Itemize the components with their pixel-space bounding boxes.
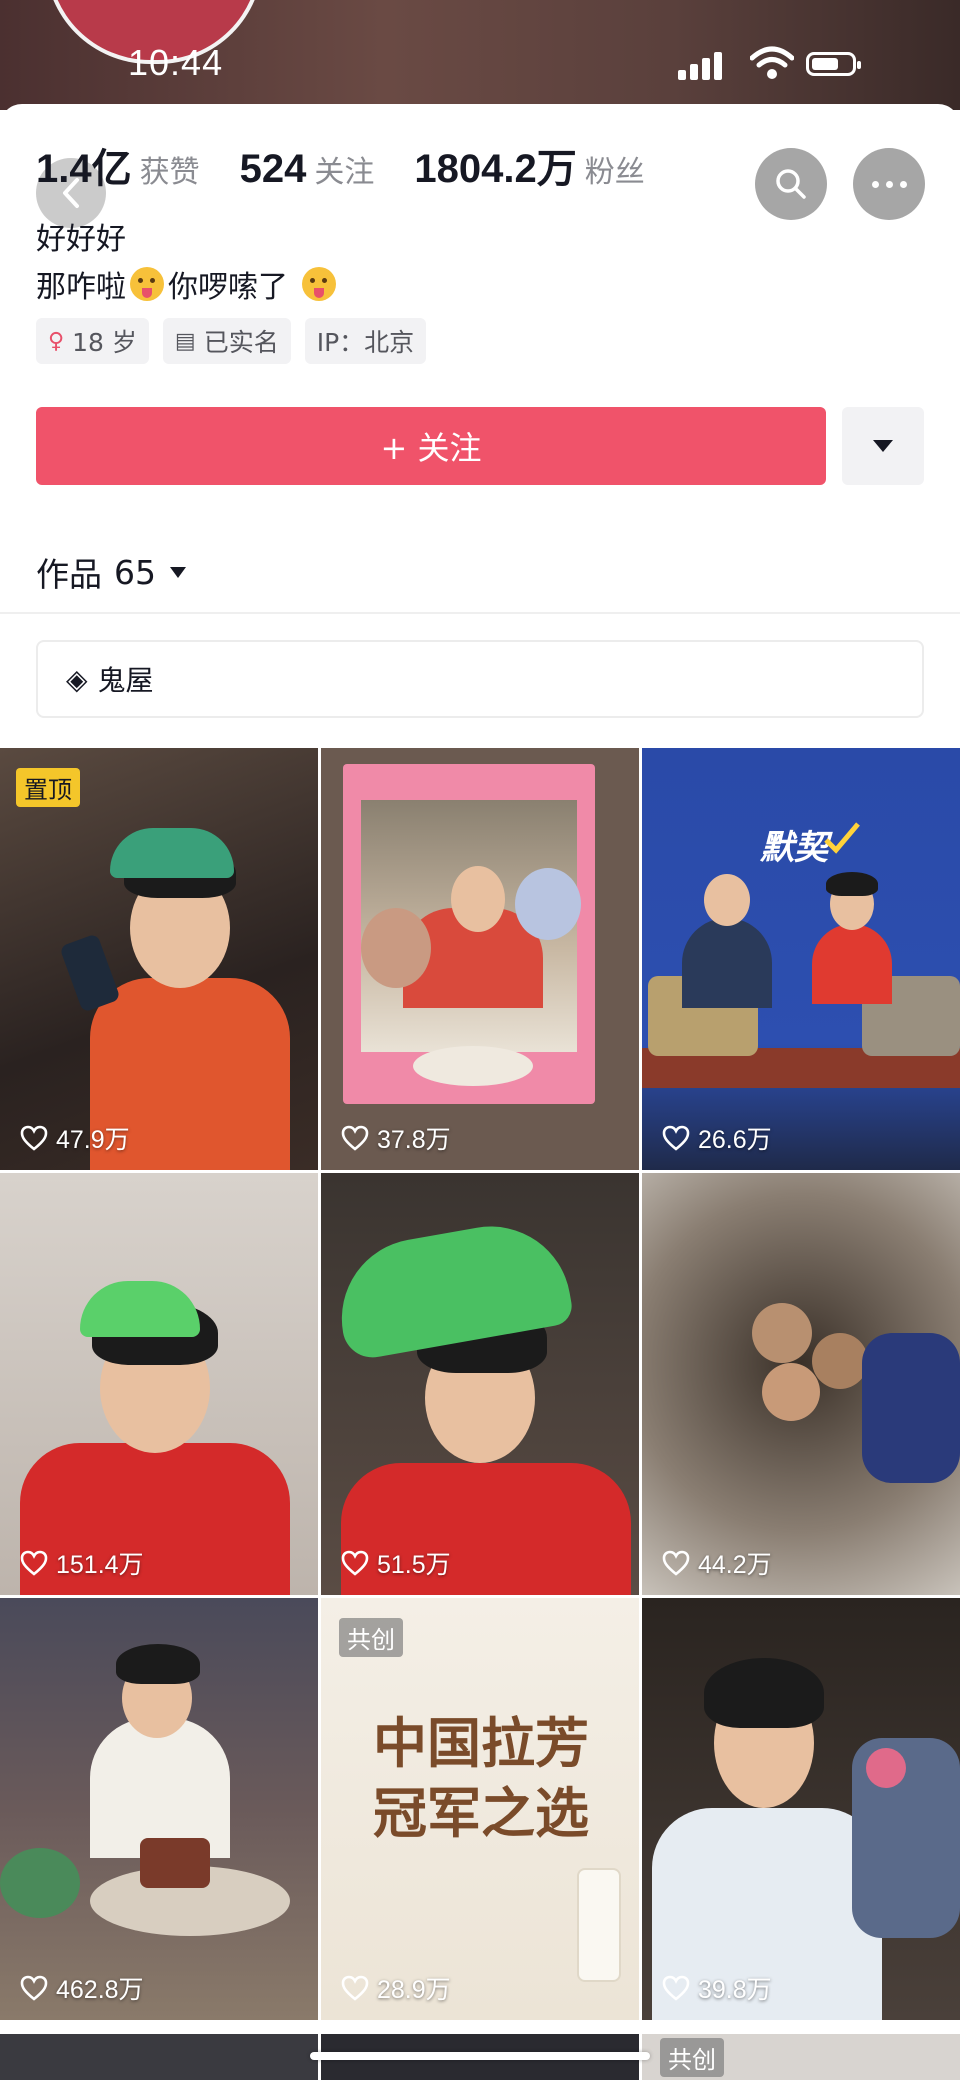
video-likes: 151.4万: [20, 1545, 144, 1581]
bio-line-2: 那咋啦 你啰嗦了: [36, 262, 340, 306]
more-button[interactable]: [853, 148, 925, 220]
likes-label: 获赞: [139, 155, 200, 190]
following-count[interactable]: 524: [240, 147, 307, 192]
video-likes: 47.9万: [20, 1120, 130, 1156]
thumbnail-image: 默契: [642, 748, 960, 1170]
search-button[interactable]: [755, 148, 827, 220]
likes-count-text: 26.6万: [698, 1126, 772, 1154]
video-thumbnail[interactable]: 37.8万: [321, 748, 639, 1170]
followers-label[interactable]: 粉丝: [585, 147, 645, 191]
works-label: 作品: [36, 555, 102, 594]
divider: [0, 612, 960, 614]
video-likes: 37.8万: [341, 1120, 451, 1156]
thumbnail-image: 中国拉芳 冠军之选: [321, 1598, 639, 2020]
wifi-icon: [750, 46, 794, 79]
verified-text: 已实名: [203, 328, 279, 357]
video-thumbnail[interactable]: 51.5万: [321, 1173, 639, 1595]
battery-icon: [806, 52, 861, 76]
ad-headline-2: 冠军之选: [373, 1781, 589, 1845]
video-thumbnail[interactable]: [0, 2034, 318, 2080]
verified-tag: ▤ 已实名: [162, 318, 291, 364]
crazy-face-emoji-icon: [130, 267, 164, 301]
age-tag: ♀ 18 岁: [36, 318, 149, 364]
likes-count-text: 28.9万: [377, 1976, 451, 2004]
likes-count-text: 47.9万: [56, 1126, 130, 1154]
thumbnail-image: [0, 1173, 318, 1595]
follow-button[interactable]: + 关注: [36, 407, 826, 485]
female-gender-icon: ♀: [48, 328, 65, 354]
heart-icon: [341, 1550, 369, 1576]
likes-count-text: 44.2万: [698, 1551, 772, 1579]
co-creation-badge: 共创: [660, 2038, 724, 2077]
following-label[interactable]: 关注: [314, 147, 374, 191]
status-icons: [678, 46, 878, 80]
video-thumbnail[interactable]: 462.8万: [0, 1598, 318, 2020]
followers-count[interactable]: 1804.2万: [414, 136, 576, 194]
signal-icon: [678, 52, 722, 80]
profile-stats: 1.4亿 获赞 524 关注 1804.2万 粉丝: [36, 136, 685, 194]
video-likes: 39.8万: [662, 1970, 772, 2006]
status-time: 10:44: [128, 42, 224, 83]
likes-count: 1.4亿: [36, 147, 132, 191]
age-text: 18 岁: [72, 328, 137, 357]
thumbnail-image: [321, 1173, 639, 1595]
bio-text-2: 你啰嗦了: [168, 270, 288, 305]
heart-icon: [662, 1125, 690, 1151]
bio-text-1: 那咋啦: [36, 270, 126, 305]
heart-icon: [341, 1125, 369, 1151]
video-thumbnail[interactable]: 共创: [642, 2034, 960, 2080]
pinned-badge: 置顶: [16, 768, 80, 807]
ip-tag: IP：北京: [304, 318, 427, 364]
heart-icon: [20, 1125, 48, 1151]
thumbnail-image: [321, 748, 639, 1170]
thumbnail-image: [0, 748, 318, 1170]
heart-icon: [662, 1550, 690, 1576]
video-thumbnail[interactable]: 44.2万: [642, 1173, 960, 1595]
id-card-icon: ▤: [174, 328, 196, 354]
video-likes: 44.2万: [662, 1545, 772, 1581]
tab-works[interactable]: 作品 65: [36, 548, 186, 596]
caret-down-icon: [170, 566, 186, 578]
likes-count-text: 151.4万: [56, 1551, 144, 1579]
search-icon: [776, 169, 806, 199]
likes-count-text: 51.5万: [377, 1551, 451, 1579]
screen: 10:44 1.4亿 获赞 524 关注 1804.2万 粉丝 好好好 那咋啦 …: [0, 0, 960, 2080]
profile-cover: 10:44: [0, 0, 960, 110]
video-likes: 28.9万: [341, 1970, 451, 2006]
thumbnail-image: [0, 1598, 318, 2020]
thumbnail-image: [642, 1173, 960, 1595]
co-creation-badge: 共创: [339, 1618, 403, 1657]
video-thumbnail[interactable]: 39.8万: [642, 1598, 960, 2020]
more-dots-icon: [871, 180, 907, 188]
collection-ghost-house[interactable]: ◈ 鬼屋: [36, 640, 924, 718]
follow-options-button[interactable]: [842, 407, 924, 485]
thumbnail-image: [642, 1598, 960, 2020]
video-thumbnail[interactable]: 中国拉芳 冠军之选 共创 28.9万: [321, 1598, 639, 2020]
overlay-text: 默契: [760, 828, 828, 868]
collection-label: 鬼屋: [97, 664, 154, 697]
heart-icon: [20, 1975, 48, 2001]
ad-headline-1: 中国拉芳: [373, 1711, 589, 1775]
likes-count-text: 39.8万: [698, 1976, 772, 2004]
bio-line-1: 好好好: [36, 222, 126, 257]
caret-down-icon: [873, 440, 893, 452]
profile-tags: ♀ 18 岁 ▤ 已实名 IP：北京: [36, 318, 427, 364]
video-thumbnail[interactable]: 默契 26.6万: [642, 748, 960, 1170]
heart-icon: [341, 1975, 369, 2001]
video-likes: 462.8万: [20, 1970, 144, 2006]
ip-text: IP：北京: [316, 328, 415, 357]
likes-count-text: 462.8万: [56, 1976, 144, 2004]
video-likes: 51.5万: [341, 1545, 451, 1581]
layers-icon: ◈: [66, 662, 88, 696]
video-likes: 26.6万: [662, 1120, 772, 1156]
video-thumbnail[interactable]: 151.4万: [0, 1173, 318, 1595]
works-count: 65: [114, 552, 156, 592]
likes-count-text: 37.8万: [377, 1126, 451, 1154]
home-indicator[interactable]: [310, 2052, 650, 2060]
video-thumbnail[interactable]: 置顶 47.9万: [0, 748, 318, 1170]
heart-icon: [20, 1550, 48, 1576]
heart-icon: [662, 1975, 690, 2001]
tongue-face-emoji-icon: [302, 267, 336, 301]
